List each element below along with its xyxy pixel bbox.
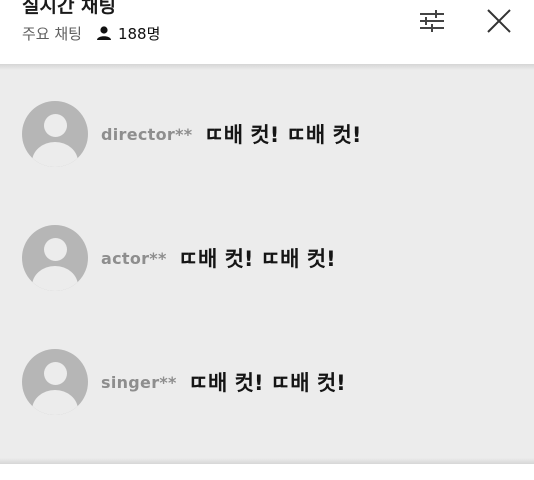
sliders-icon [420, 10, 444, 32]
viewer-count: 188명 [117, 24, 161, 43]
person-icon [96, 26, 112, 40]
chat-mode-label[interactable]: 주요 채팅 [22, 23, 82, 44]
avatar[interactable] [22, 225, 88, 291]
filter-button[interactable] [417, 6, 447, 36]
chat-message: actor** ㄸ배 컷! ㄸ배 컷! [22, 225, 336, 291]
message-text: ㄸ배 컷! ㄸ배 컷! [188, 371, 346, 395]
chat-message: director** ㄸ배 컷! ㄸ배 컷! [22, 101, 361, 167]
chat-message: singer** ㄸ배 컷! ㄸ배 컷! [22, 349, 346, 415]
message-author[interactable]: director** [101, 125, 192, 144]
close-icon [487, 9, 511, 33]
chat-header: 실시간 채팅 주요 채팅 188명 [0, 0, 534, 64]
chat-message-list[interactable]: director** ㄸ배 컷! ㄸ배 컷! actor** ㄸ배 컷! ㄸ배 … [0, 70, 534, 460]
message-text: ㄸ배 컷! ㄸ배 컷! [204, 123, 362, 147]
close-button[interactable] [484, 6, 514, 36]
message-text: ㄸ배 컷! ㄸ배 컷! [178, 247, 336, 271]
avatar[interactable] [22, 101, 88, 167]
chat-footer [0, 464, 534, 480]
chat-subheader: 주요 채팅 188명 [22, 22, 160, 44]
message-author[interactable]: singer** [101, 373, 177, 392]
message-author[interactable]: actor** [101, 249, 167, 268]
chat-title: 실시간 채팅 [22, 0, 117, 17]
avatar[interactable] [22, 349, 88, 415]
